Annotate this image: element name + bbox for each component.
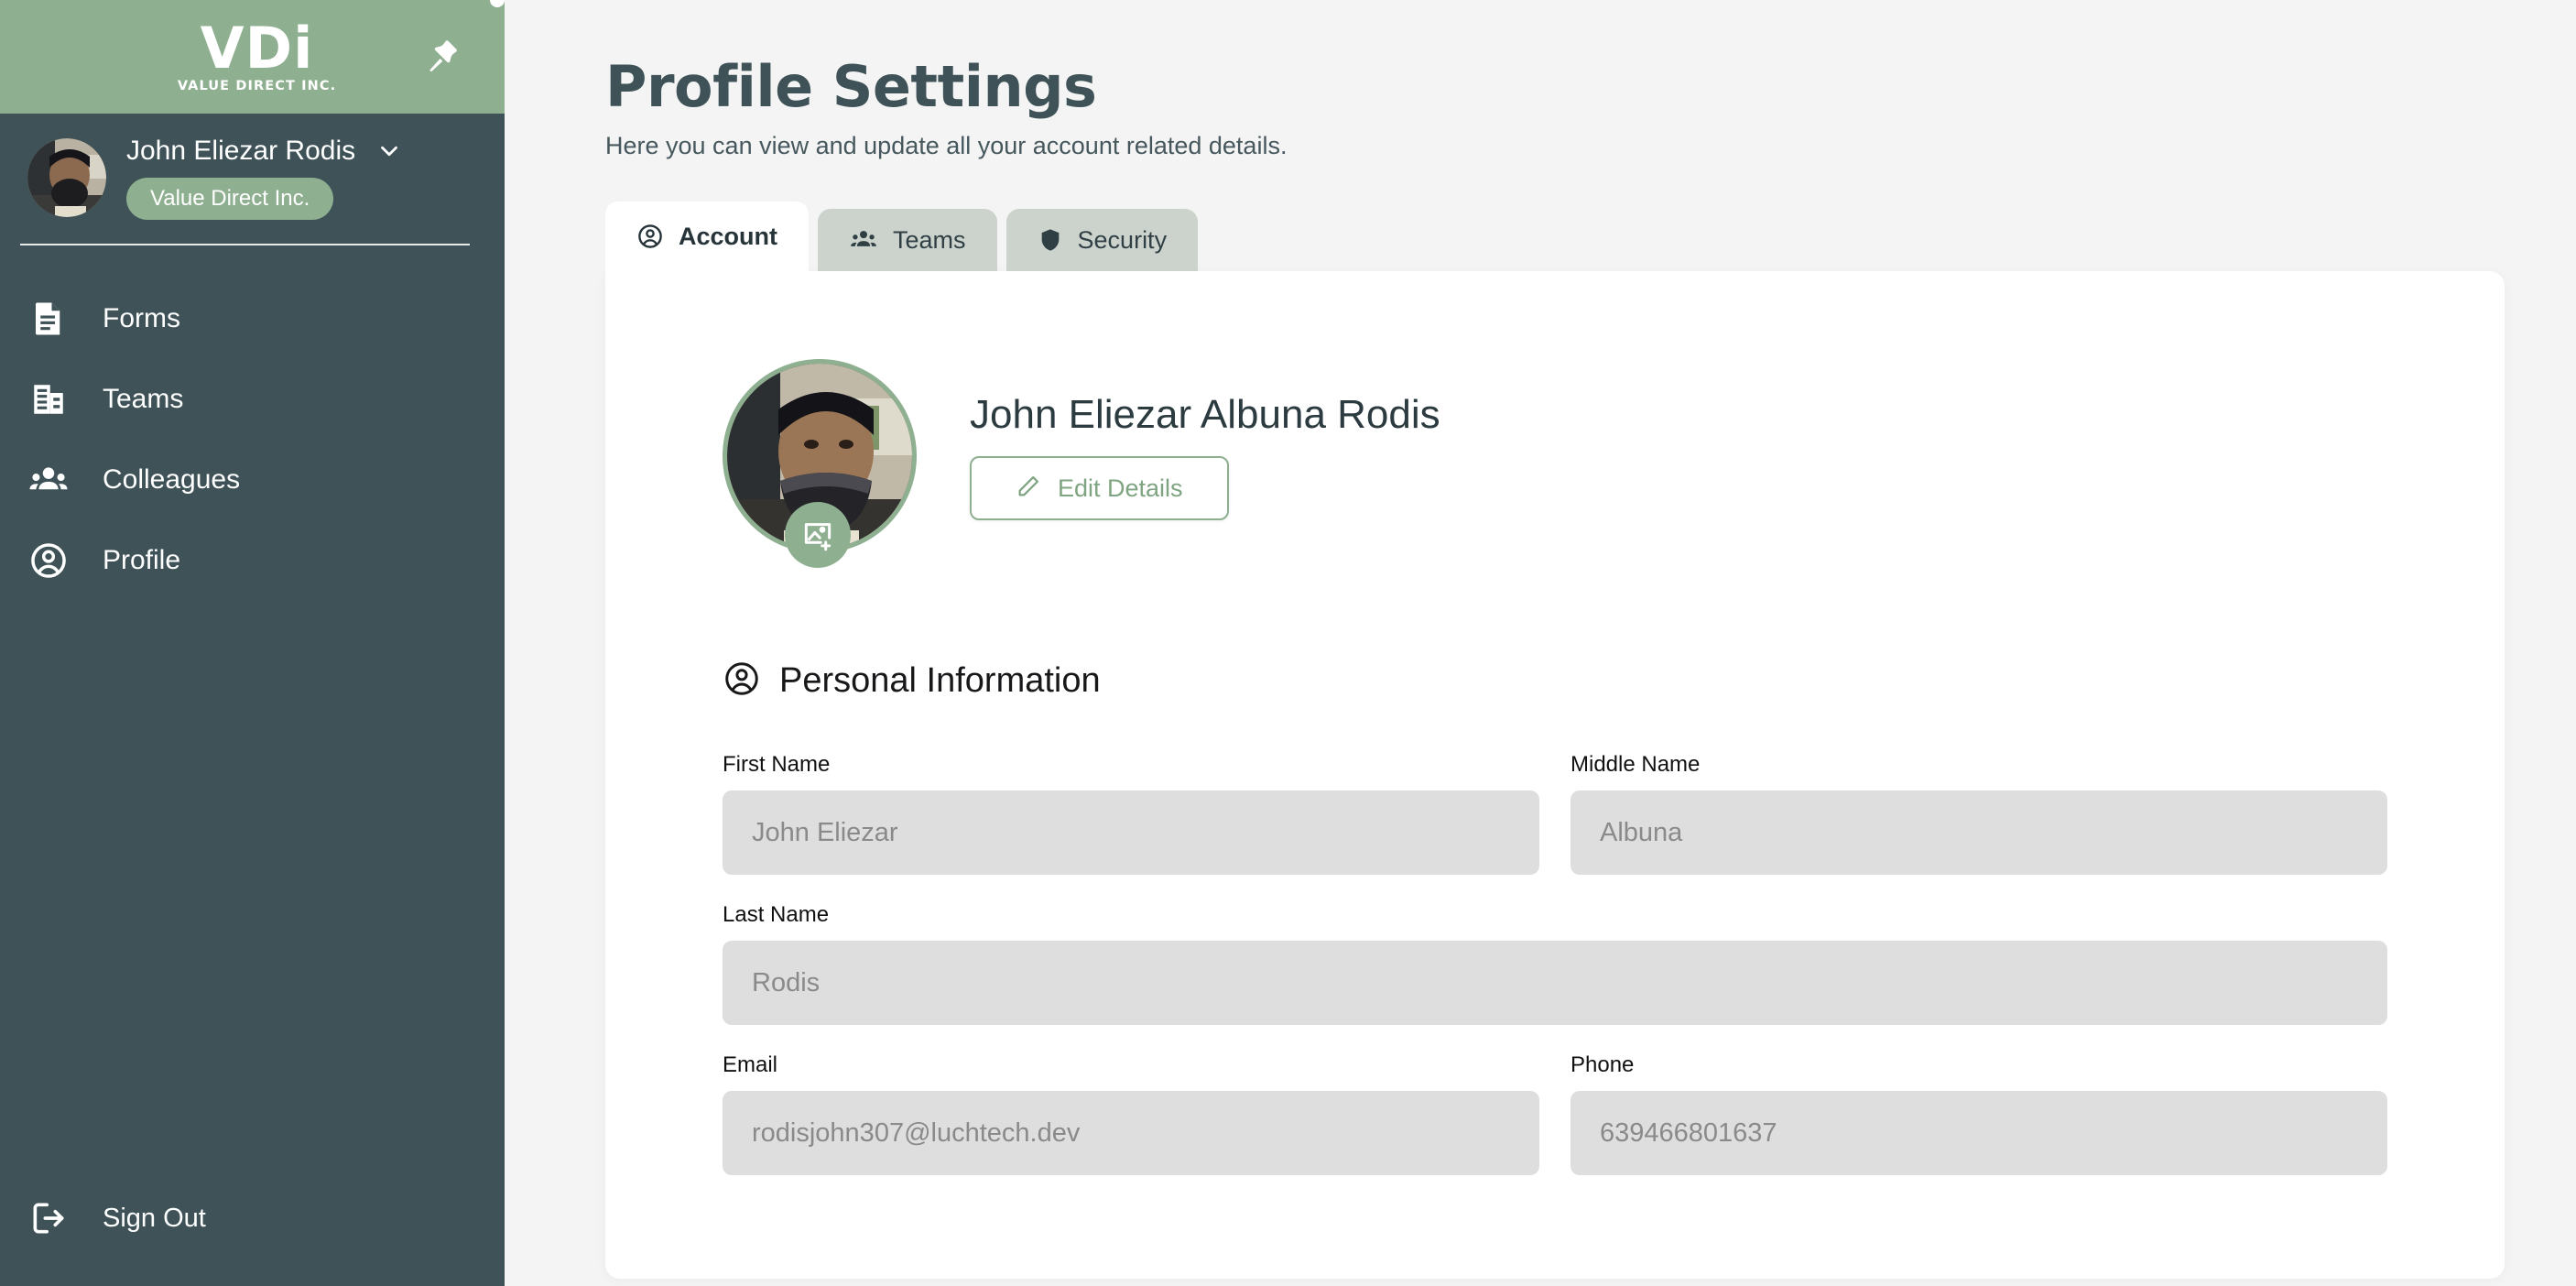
add-image-icon[interactable] xyxy=(785,502,851,568)
sidebar-user-name-row: John Eliezar Rodis xyxy=(126,136,403,167)
first-name-field-group: First Name xyxy=(723,752,1539,875)
user-circle-icon xyxy=(636,223,664,250)
sidebar-item-label: Profile xyxy=(103,545,180,576)
sidebar-user-block[interactable]: John Eliezar Rodis Value Direct Inc. xyxy=(0,114,505,222)
sidebar-user-name: John Eliezar Rodis xyxy=(126,136,355,167)
logout-icon xyxy=(24,1198,73,1238)
people-icon xyxy=(24,460,73,500)
people-icon xyxy=(849,225,878,255)
form-row: First Name Middle Name xyxy=(723,752,2387,875)
sidebar-item-colleagues[interactable]: Colleagues xyxy=(0,440,505,520)
sidebar-user-texts: John Eliezar Rodis Value Direct Inc. xyxy=(126,136,403,220)
last-name-field-group: Last Name xyxy=(723,902,2387,1025)
phone-field-group: Phone xyxy=(1571,1052,2387,1175)
section-title: Personal Information xyxy=(779,661,1101,701)
profile-meta: John Eliezar Albuna Rodis Edit Details xyxy=(970,392,1440,520)
account-panel: John Eliezar Albuna Rodis Edit Details xyxy=(605,271,2505,1279)
tab-label: Teams xyxy=(893,226,966,255)
phone-label: Phone xyxy=(1571,1052,2387,1078)
tab-label: Account xyxy=(679,223,777,251)
email-label: Email xyxy=(723,1052,1539,1078)
account-panel-inner: John Eliezar Albuna Rodis Edit Details xyxy=(605,359,2505,1175)
shield-icon xyxy=(1038,227,1063,253)
form-row: Last Name xyxy=(723,902,2387,1025)
profile-full-name: John Eliezar Albuna Rodis xyxy=(970,392,1440,438)
tab-teams[interactable]: Teams xyxy=(818,209,997,271)
middle-name-field-group: Middle Name xyxy=(1571,752,2387,875)
page-title: Profile Settings xyxy=(605,53,2576,121)
sidebar-item-label: Forms xyxy=(103,303,180,334)
last-name-label: Last Name xyxy=(723,902,2387,928)
edit-details-button[interactable]: Edit Details xyxy=(970,456,1229,520)
building-icon xyxy=(24,380,73,419)
tab-security[interactable]: Security xyxy=(1006,209,1199,271)
app-root: VDi VALUE DIRECT INC. xyxy=(0,0,2576,1286)
avatar xyxy=(27,138,106,217)
user-circle-icon xyxy=(723,659,761,703)
sidebar-item-profile[interactable]: Profile xyxy=(0,520,505,601)
first-name-input[interactable] xyxy=(723,790,1539,875)
first-name-label: First Name xyxy=(723,752,1539,778)
profile-summary: John Eliezar Albuna Rodis Edit Details xyxy=(723,359,2387,553)
page-subtitle: Here you can view and update all your ac… xyxy=(605,132,2576,160)
tab-bar: Account Teams xyxy=(605,202,2576,271)
vdi-logo: VDi VALUE DIRECT INC. xyxy=(178,20,336,93)
pencil-icon xyxy=(1016,474,1041,504)
tab-account[interactable]: Account xyxy=(605,202,809,271)
middle-name-input[interactable] xyxy=(1571,790,2387,875)
edit-details-label: Edit Details xyxy=(1058,474,1183,503)
last-name-input[interactable] xyxy=(723,941,2387,1025)
sign-out-button[interactable]: Sign Out xyxy=(0,1174,505,1262)
document-icon xyxy=(24,300,73,338)
sidebar: VDi VALUE DIRECT INC. xyxy=(0,0,505,1286)
middle-name-label: Middle Name xyxy=(1571,752,2387,778)
org-badge[interactable]: Value Direct Inc. xyxy=(126,178,333,220)
user-circle-icon xyxy=(24,540,73,581)
email-field[interactable] xyxy=(723,1091,1539,1175)
sidebar-spacer xyxy=(0,601,505,1174)
personal-information-form: First Name Middle Name Last Name xyxy=(723,752,2387,1175)
personal-information-header: Personal Information xyxy=(723,659,2387,703)
sidebar-item-teams[interactable]: Teams xyxy=(0,359,505,440)
main-content: Profile Settings Here you can view and u… xyxy=(505,0,2576,1286)
logo-wordmark: VDi xyxy=(201,20,314,77)
sidebar-nav: Forms Teams xyxy=(0,278,505,601)
phone-field[interactable] xyxy=(1571,1091,2387,1175)
sign-out-label: Sign Out xyxy=(103,1204,206,1234)
chevron-down-icon[interactable] xyxy=(375,137,403,165)
form-row: Email Phone xyxy=(723,1052,2387,1175)
sidebar-item-label: Colleagues xyxy=(103,464,240,496)
logo-dots-icon xyxy=(479,0,506,7)
sidebar-header: VDi VALUE DIRECT INC. xyxy=(0,0,505,114)
email-field-group: Email xyxy=(723,1052,1539,1175)
tab-label: Security xyxy=(1078,226,1168,255)
profile-avatar-wrap xyxy=(723,359,917,553)
sidebar-item-forms[interactable]: Forms xyxy=(0,278,505,359)
pin-icon[interactable] xyxy=(422,35,466,79)
sidebar-divider xyxy=(20,244,470,245)
sidebar-item-label: Teams xyxy=(103,384,183,415)
